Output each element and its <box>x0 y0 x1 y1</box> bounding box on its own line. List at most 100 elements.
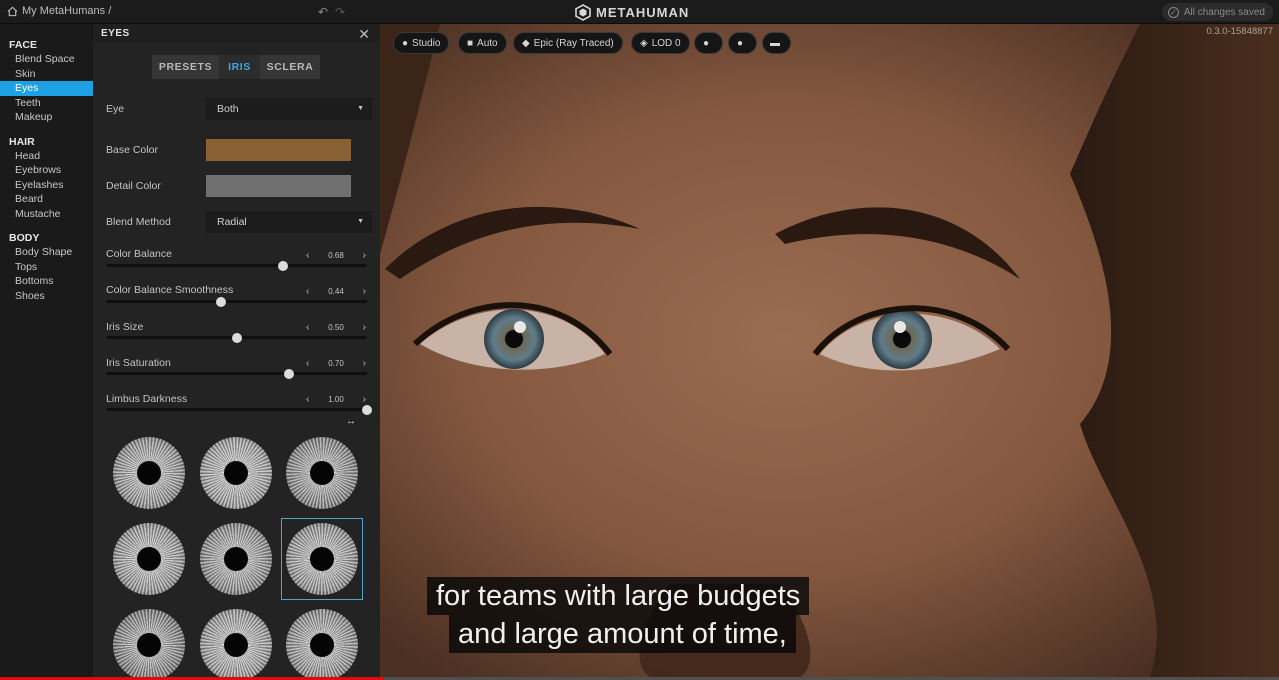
value-stepper[interactable]: ‹ 0.68 › <box>306 249 366 261</box>
save-status-badge: ✓ All changes saved <box>1161 3 1273 21</box>
undo-icon[interactable]: ↶ <box>318 5 328 19</box>
iris-preset[interactable] <box>108 432 190 514</box>
sidebar-item-teeth[interactable]: Teeth <box>0 96 93 111</box>
slider-thumb[interactable] <box>231 332 242 343</box>
iris-thumbnail <box>113 609 185 680</box>
sidebar-item-makeup[interactable]: Makeup <box>0 110 93 125</box>
base-color-swatch[interactable] <box>206 139 351 161</box>
chevron-left-icon[interactable]: ‹ <box>306 358 309 369</box>
slider-value: 0.68 <box>328 250 344 260</box>
keyboard-button[interactable]: ▬ <box>762 32 791 54</box>
close-icon[interactable]: ✕ <box>358 27 370 41</box>
sphere-icon: ● <box>703 37 710 49</box>
chevron-left-icon[interactable]: ‹ <box>306 394 309 405</box>
iris-preset[interactable] <box>108 604 190 680</box>
value-stepper[interactable]: ‹ 0.44 › <box>306 285 366 297</box>
chevron-left-icon[interactable]: ‹ <box>306 250 309 261</box>
redo-icon[interactable]: ↷ <box>335 5 345 19</box>
panel-title: EYES <box>101 28 130 39</box>
chevron-right-icon[interactable]: › <box>363 250 366 261</box>
breadcrumb-label[interactable]: My MetaHumans / <box>22 5 111 17</box>
value-stepper[interactable]: ‹ 0.50 › <box>306 321 366 333</box>
iris-preset[interactable] <box>195 604 277 680</box>
breadcrumb[interactable]: My MetaHumans / <box>7 5 111 17</box>
slider-thumb[interactable] <box>362 404 372 415</box>
slider-thumb[interactable] <box>283 368 294 379</box>
sidebar-item-skin[interactable]: Skin <box>0 67 93 82</box>
tab-iris[interactable]: IRIS <box>219 55 260 79</box>
iris-preset[interactable] <box>108 518 190 600</box>
sidebar-item-blend-space[interactable]: Blend Space <box>0 52 93 67</box>
iris-thumbnail <box>113 523 185 595</box>
iris-thumbnail <box>200 523 272 595</box>
subtitle-line-1: for teams with large budgets <box>427 577 810 615</box>
slider-track[interactable] <box>106 332 367 343</box>
iris-thumbnail <box>113 437 185 509</box>
chevron-right-icon[interactable]: › <box>363 394 366 405</box>
material-preview-button[interactable]: ● <box>694 32 723 54</box>
iris-preset[interactable] <box>195 518 277 600</box>
lighting-button[interactable]: ● Studio <box>393 32 450 54</box>
lod-button[interactable]: ◈ LOD 0 <box>631 32 690 54</box>
resize-cursor-icon: ↔ <box>346 416 356 427</box>
diamond-icon: ◆ <box>522 37 530 49</box>
chevron-down-icon: ▼ <box>357 105 364 112</box>
iris-preset[interactable] <box>281 604 363 680</box>
tab-bar: PRESETS IRIS SCLERA <box>152 55 320 79</box>
sidebar-item-mustache[interactable]: Mustache <box>0 207 93 222</box>
slider-thumb[interactable] <box>278 260 289 271</box>
tab-presets[interactable]: PRESETS <box>152 55 219 79</box>
slider-thumb[interactable] <box>215 296 226 307</box>
slider-label: Color Balance <box>106 248 172 260</box>
chevron-right-icon[interactable]: › <box>363 322 366 333</box>
sidebar-item-bottoms[interactable]: Bottoms <box>0 274 93 289</box>
home-icon <box>7 6 18 16</box>
sidebar-item-shoes[interactable]: Shoes <box>0 289 93 304</box>
blend-method-label: Blend Method <box>106 216 171 228</box>
value-stepper[interactable]: ‹ 1.00 › <box>306 393 366 405</box>
blend-method-select[interactable]: Radial ▼ <box>206 211 372 233</box>
eye-select[interactable]: Both ▼ <box>206 98 372 120</box>
iris-preset-selected[interactable] <box>281 518 363 600</box>
iris-preset[interactable] <box>195 432 277 514</box>
iris-preset[interactable] <box>281 432 363 514</box>
eye-label: Eye <box>106 103 125 115</box>
slider-track[interactable] <box>106 260 367 271</box>
version-label: 0.3.0-15848877 <box>1206 26 1273 37</box>
slider-track[interactable] <box>106 404 372 415</box>
keyboard-icon: ▬ <box>770 37 780 49</box>
logo-text: METAHUMAN <box>596 4 690 20</box>
render-quality-button[interactable]: ◆ Epic (Ray Traced) <box>513 32 623 54</box>
sidebar-item-head[interactable]: Head <box>0 149 93 164</box>
sidebar-item-beard[interactable]: Beard <box>0 192 93 207</box>
sidebar-item-eyebrows[interactable]: Eyebrows <box>0 163 93 178</box>
detail-color-swatch[interactable] <box>206 175 351 197</box>
sidebar-item-eyelashes[interactable]: Eyelashes <box>0 178 93 193</box>
panel-header: EYES ✕ <box>93 24 380 43</box>
base-color-label: Base Color <box>106 144 158 156</box>
lighting-label: Studio <box>412 37 441 49</box>
value-stepper[interactable]: ‹ 0.70 › <box>306 357 366 369</box>
slider-track[interactable] <box>106 368 367 379</box>
iris-thumbnail <box>286 609 358 680</box>
eye-select-value: Both <box>217 103 239 115</box>
camera-button[interactable]: ■ Auto <box>458 32 507 54</box>
slider-value: 0.44 <box>328 286 344 296</box>
light-bulb-icon: ● <box>402 37 409 49</box>
sidebar-item-tops[interactable]: Tops <box>0 260 93 275</box>
chevron-right-icon[interactable]: › <box>363 358 366 369</box>
sidebar-item-eyes[interactable]: Eyes <box>0 81 93 96</box>
render-quality-label: Epic (Ray Traced) <box>533 37 614 49</box>
tab-sclera[interactable]: SCLERA <box>260 55 320 79</box>
slider-label: Limbus Darkness <box>106 393 188 405</box>
slider-track[interactable] <box>106 296 367 307</box>
chevron-left-icon[interactable]: ‹ <box>306 286 309 297</box>
section-face: FACE <box>9 39 38 51</box>
sidebar-item-body-shape[interactable]: Body Shape <box>0 245 93 260</box>
chevron-left-icon[interactable]: ‹ <box>306 322 309 333</box>
section-body: BODY <box>9 232 40 244</box>
head-view-button[interactable]: ● <box>728 32 757 54</box>
chevron-down-icon: ▼ <box>357 218 364 225</box>
chevron-right-icon[interactable]: › <box>363 286 366 297</box>
blend-method-value: Radial <box>217 216 247 228</box>
